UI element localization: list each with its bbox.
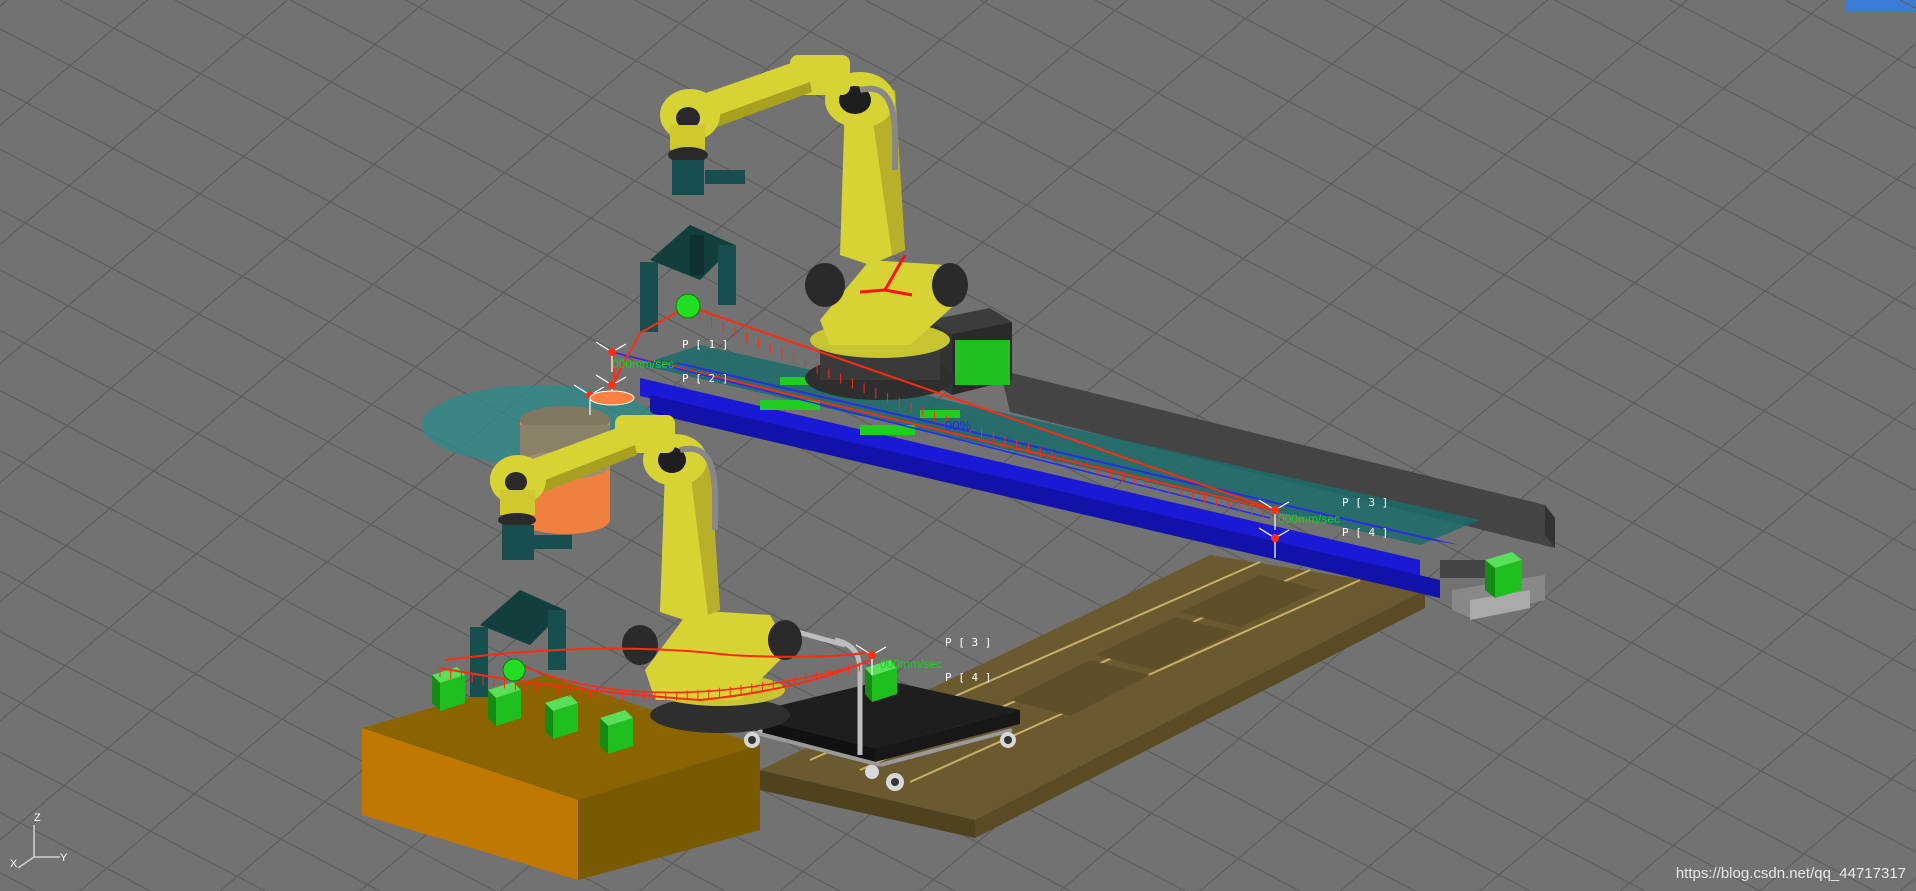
grid-line [1759,757,1916,891]
override-label: 00% [945,418,972,433]
frame-origin [1271,534,1279,542]
simulation-viewport[interactable]: { "scene": { "colors": { "floor": "#7272… [0,0,1916,891]
grid-line [1899,876,1916,891]
grid-line [0,871,36,891]
axis-label-y: Y [60,852,68,864]
grid-line [0,751,266,891]
tcp-axis [859,288,886,294]
grid-line [1899,0,1916,10]
grid-line [1619,638,1916,891]
axis-triad [17,825,60,869]
speed-label-upper-a: 000mm/sec [612,357,675,371]
axis-label-x: X [10,858,18,870]
grid-line [0,0,9,8]
track-end-part [1485,552,1522,598]
point-label-p3-lower: P [ 3 ] [945,636,992,649]
point-label-p3-upper: P [ 3 ] [1342,496,1389,509]
speed-label-upper-b: 000mm/sec [1278,512,1341,526]
frame-origin [608,348,616,356]
grid-line [1199,281,1916,891]
point-label-p4-upper: P [ 4 ] [1342,526,1389,539]
watermark: https://blog.csdn.net/qq_44717317 [1675,865,1906,882]
point-label-p1: P [ 1 ] [682,338,729,351]
grid-line [1669,0,1916,130]
speed-label-lower: 000mm/sec [880,657,943,671]
point-label-p4-lower: P [ 4 ] [945,671,992,684]
point-label-p2: P [ 2 ] [682,372,729,385]
frame-origin [608,381,616,389]
target-disc [589,390,635,406]
grid-line [0,0,80,891]
axis-label-z: Z [34,812,41,824]
3d-scene[interactable] [0,0,1916,891]
linear-track [640,345,1555,620]
grid-line [0,811,151,891]
frame-origin [868,651,876,659]
grid-line [1439,0,1916,251]
grid-line [0,0,220,891]
